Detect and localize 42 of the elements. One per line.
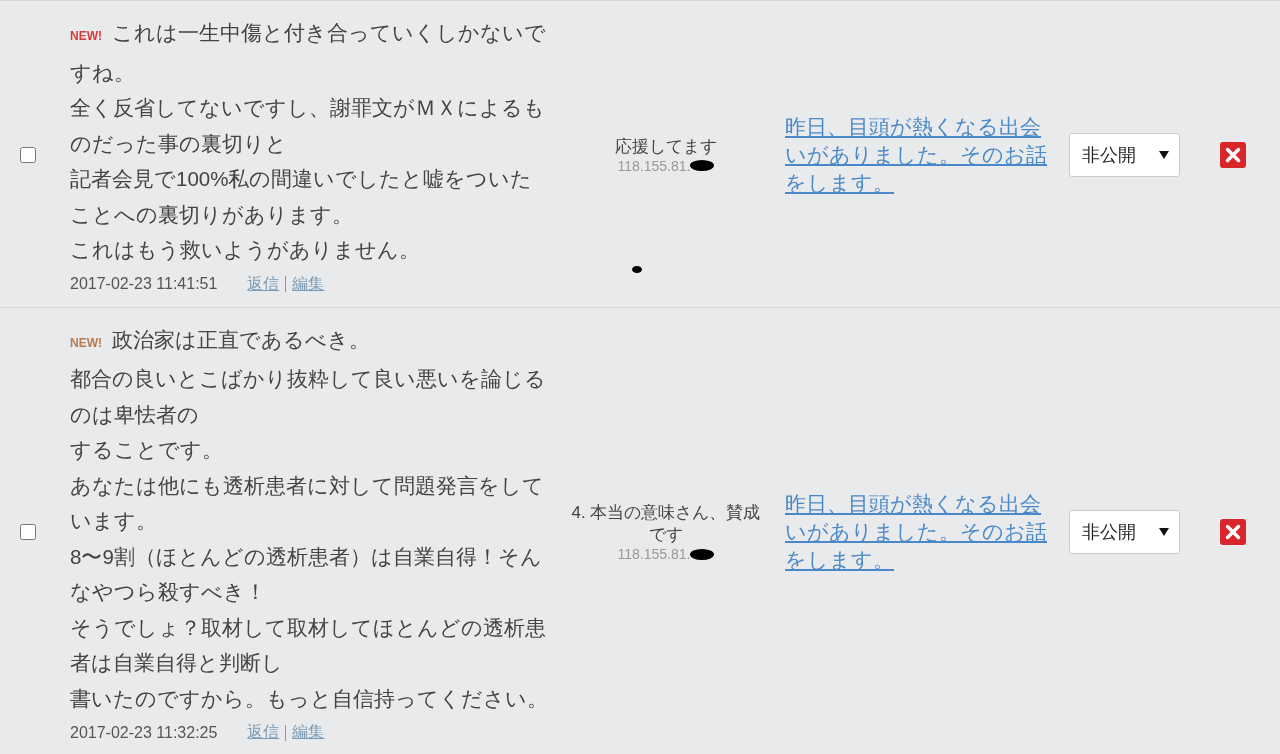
comment-text: これはもう救いようがありません。 [70,237,420,263]
comment-text: 8〜9割（ほとんどの透析患者）は自業自得！そん [70,543,542,570]
reply-link[interactable]: 返信 [247,722,280,743]
row-checkbox[interactable] [20,146,36,163]
comment-date: 2017-02-23 11:32:25 [70,723,218,742]
comment-text: のだった事の裏切りと [70,130,287,157]
comment-text: 者は自業自得と判断し [70,650,283,676]
delete-icon[interactable] [1220,141,1246,168]
redaction-mark [690,548,715,560]
new-label: NEW! [70,334,102,352]
author-name: 4. 本当の意味さん、賛成です [570,502,762,547]
delete-icon[interactable] [1220,519,1246,546]
comment-text: います。 [70,508,157,534]
comment-text: あなたは他にも透析患者に対して問題発言をして [70,472,544,499]
comment-text: なやつら殺すべき！ [70,579,266,605]
visibility-select[interactable]: 非公開 [1069,132,1180,177]
reply-link[interactable]: 返信 [247,273,280,295]
comment-text: することです。 [70,437,223,463]
visibility-select[interactable]: 非公開 [1069,510,1180,555]
caret-icon [1159,150,1169,159]
ip-address: 118.155.81. [617,546,691,563]
new-label: NEW! [70,28,102,45]
comment-text: 記者会見で100%私の間違いでしたと嘘をついた [70,166,533,192]
comment-text: のは卑怯者の [70,401,199,428]
comment-text: 書いたのですから。もっと自信持ってください。 [70,685,548,712]
comment-text: そうでしょ？取材して取材してほとんどの透析患 [70,614,546,641]
comment-text: これは一生中傷と付き合っていくしかないで [112,20,546,46]
comment-text: 都合の良いとこばかり抜粋して良い悪いを論じる [70,366,546,392]
comment-date: 2017-02-23 11:41:51 [70,275,218,293]
comment-text: 政治家は正直であるべき。 [112,326,370,353]
edit-link[interactable]: 編集 [292,273,325,295]
comment-text: 全く反省してないですし、謝罪文がＭＸによるも [70,95,545,121]
row-checkbox[interactable] [20,524,36,541]
comment-text: ことへの裏切りがあります。 [70,201,353,228]
edit-link[interactable]: 編集 [292,722,325,743]
redaction-mark [690,160,715,172]
author-name: 応援してます [614,135,718,158]
post-link[interactable]: 昨日、目頭が熱くなる出会いがありました。そのお話をします。 [785,490,1055,575]
caret-icon [1159,528,1169,537]
ip-address: 118.155.81. [617,157,691,174]
post-link[interactable]: 昨日、目頭が熱くなる出会いがありました。そのお話をします。 [785,112,1055,197]
comment-text: すね。 [70,59,135,86]
